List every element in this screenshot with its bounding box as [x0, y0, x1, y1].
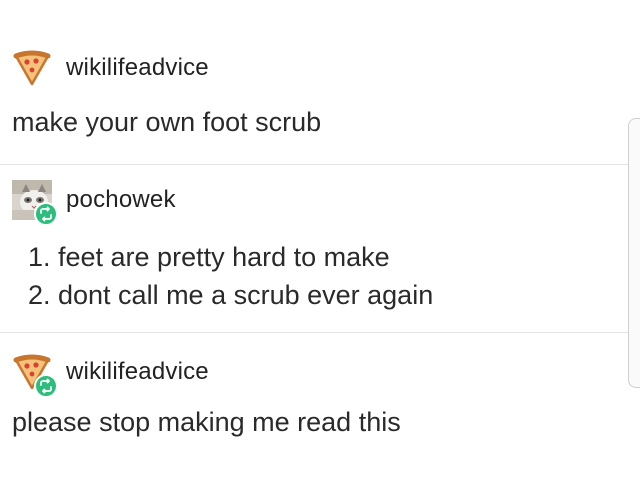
username[interactable]: wikilifeadvice — [66, 54, 209, 82]
post-text: please stop making me read this — [12, 407, 401, 437]
reblog-icon — [40, 206, 52, 222]
avatar[interactable] — [12, 352, 58, 398]
list-item-text: dont call me a scrub ever again — [58, 280, 434, 310]
list-item: 1. feet are pretty hard to make — [28, 238, 433, 276]
list-number: 2. — [28, 280, 51, 310]
reblog-thread: wikilifeadvice make your own foot scrub — [0, 0, 640, 496]
reblog-icon — [40, 378, 52, 394]
original-post: wikilifeadvice make your own foot scrub — [0, 0, 628, 164]
post-header: wikilifeadvice — [12, 48, 209, 88]
reblog-badge — [34, 374, 58, 398]
avatar[interactable] — [12, 180, 58, 226]
list-item-text: feet are pretty hard to make — [58, 242, 390, 272]
scroll-edge — [628, 118, 640, 388]
list-item: 2. dont call me a scrub ever again — [28, 276, 433, 314]
reblog-post: pochowek 1. feet are pretty hard to make … — [0, 164, 628, 332]
numbered-list: 1. feet are pretty hard to make 2. dont ca… — [28, 238, 433, 314]
list-number: 1. — [28, 242, 51, 272]
username[interactable]: pochowek — [66, 186, 176, 214]
reblog-badge — [34, 202, 58, 226]
pizza-icon — [13, 50, 51, 86]
reblog-post: wikilifeadvice please stop making me rea… — [0, 332, 628, 496]
post-header: wikilifeadvice — [12, 352, 209, 398]
post-text: make your own foot scrub — [12, 107, 322, 137]
post-header: pochowek — [12, 180, 176, 226]
avatar[interactable] — [12, 48, 52, 88]
username[interactable]: wikilifeadvice — [66, 358, 209, 386]
